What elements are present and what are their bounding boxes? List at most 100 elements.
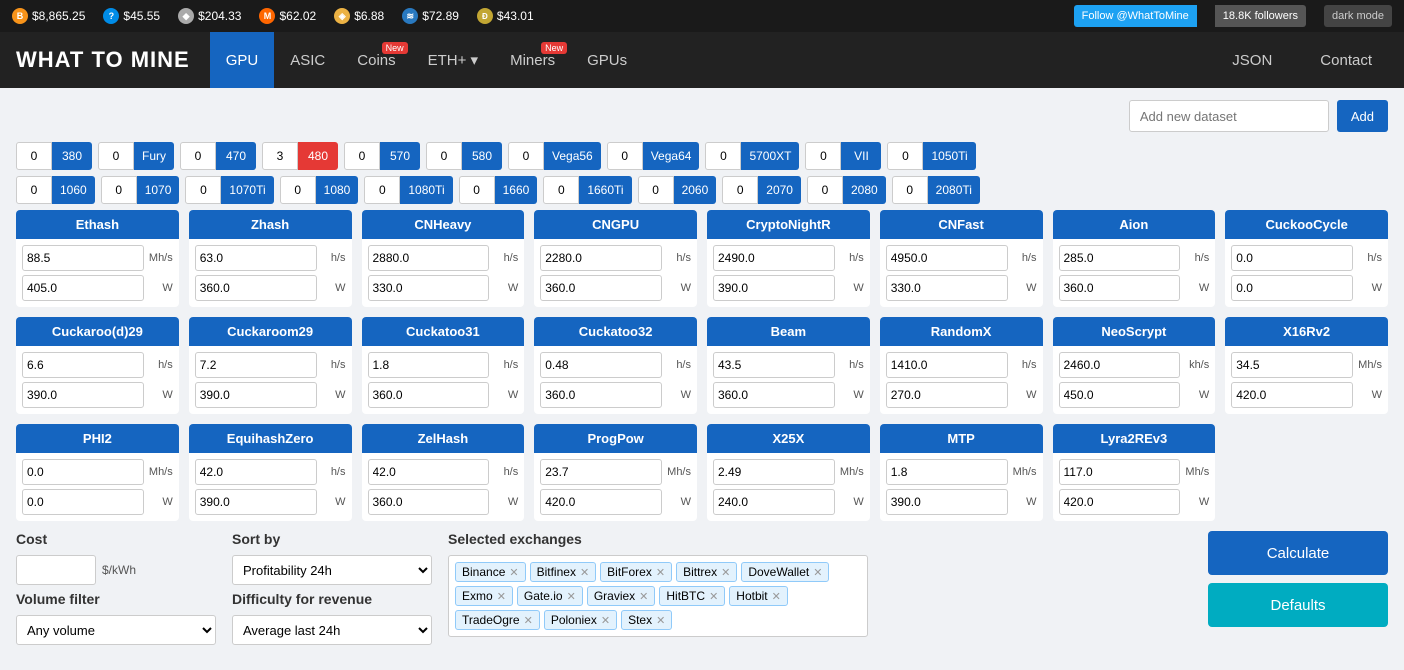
- algo-power-lyra2rev3[interactable]: [1059, 489, 1181, 515]
- algo-power-cuckaroom29[interactable]: [195, 382, 317, 408]
- algo-hashrate-lyra2rev3[interactable]: [1059, 459, 1181, 485]
- algo-power-x16rv2[interactable]: [1231, 382, 1353, 408]
- algo-header-ethash[interactable]: Ethash: [16, 210, 179, 239]
- algo-power-cnfast[interactable]: [886, 275, 1008, 301]
- dark-mode-button[interactable]: dark mode: [1324, 5, 1392, 27]
- gpu-num-2080[interactable]: [807, 176, 843, 204]
- gpu-num-vega56[interactable]: [508, 142, 544, 170]
- gpu-num-470[interactable]: [180, 142, 216, 170]
- algo-header-x25x[interactable]: X25X: [707, 424, 870, 453]
- algo-power-x25x[interactable]: [713, 489, 835, 515]
- gpu-label-570[interactable]: 570: [380, 142, 420, 170]
- algo-power-beam[interactable]: [713, 382, 835, 408]
- algo-power-ethash[interactable]: [22, 275, 144, 301]
- algo-hashrate-beam[interactable]: [713, 352, 835, 378]
- algo-power-progpow[interactable]: [540, 489, 662, 515]
- algo-power-aion[interactable]: [1059, 275, 1181, 301]
- gpu-num-2080ti[interactable]: [892, 176, 928, 204]
- algo-header-progpow[interactable]: ProgPow: [534, 424, 697, 453]
- algo-power-cnheavy[interactable]: [368, 275, 490, 301]
- gpu-label-1050ti[interactable]: 1050Ti: [923, 142, 975, 170]
- algo-power-mtp[interactable]: [886, 489, 1008, 515]
- exchange-remove-tradeogre[interactable]: ✕: [524, 614, 533, 627]
- exchange-remove-bitforex[interactable]: ✕: [656, 566, 665, 579]
- algo-header-neoscrypt[interactable]: NeoScrypt: [1053, 317, 1216, 346]
- algo-header-cnheavy[interactable]: CNHeavy: [362, 210, 525, 239]
- gpu-label-580[interactable]: 580: [462, 142, 502, 170]
- algo-header-cuckoo_cycle[interactable]: CuckooCycle: [1225, 210, 1388, 239]
- gpu-label-2080ti[interactable]: 2080Ti: [928, 176, 980, 204]
- exchange-remove-dovewallet[interactable]: ✕: [813, 566, 822, 579]
- algo-hashrate-phi2[interactable]: [22, 459, 144, 485]
- gpu-num-1080ti[interactable]: [364, 176, 400, 204]
- algo-power-zhash[interactable]: [195, 275, 317, 301]
- algo-header-cuckaroo29[interactable]: Cuckaroo(d)29: [16, 317, 179, 346]
- algo-header-zhash[interactable]: Zhash: [189, 210, 352, 239]
- gpu-label-fury[interactable]: Fury: [134, 142, 174, 170]
- nav-item-asic[interactable]: ASIC: [274, 32, 341, 88]
- add-dataset-button[interactable]: Add: [1337, 100, 1388, 132]
- algo-power-cuckaroo29[interactable]: [22, 382, 144, 408]
- algo-hashrate-cuckaroom29[interactable]: [195, 352, 317, 378]
- defaults-button[interactable]: Defaults: [1208, 583, 1388, 627]
- gpu-num-2070[interactable]: [722, 176, 758, 204]
- sortby-select[interactable]: Profitability 24hProfitability 1hProfita…: [232, 555, 432, 585]
- gpu-label-1060[interactable]: 1060: [52, 176, 95, 204]
- nav-item-coins[interactable]: Coins New: [341, 32, 411, 88]
- gpu-label-1660[interactable]: 1660: [495, 176, 538, 204]
- algo-hashrate-neoscrypt[interactable]: [1059, 352, 1181, 378]
- algo-power-equihashzero[interactable]: [195, 489, 317, 515]
- gpu-label-470[interactable]: 470: [216, 142, 256, 170]
- gpu-label-1070ti[interactable]: 1070Ti: [221, 176, 273, 204]
- algo-hashrate-x25x[interactable]: [713, 459, 835, 485]
- algo-header-phi2[interactable]: PHI2: [16, 424, 179, 453]
- algo-hashrate-cnfast[interactable]: [886, 245, 1008, 271]
- nav-item-gpus[interactable]: GPUs: [571, 32, 643, 88]
- algo-header-aion[interactable]: Aion: [1053, 210, 1216, 239]
- gpu-num-fury[interactable]: [98, 142, 134, 170]
- algo-hashrate-cuckoo_cycle[interactable]: [1231, 245, 1353, 271]
- algo-hashrate-cuckaroo29[interactable]: [22, 352, 144, 378]
- exchange-remove-stex[interactable]: ✕: [656, 614, 665, 627]
- gpu-label-vega64[interactable]: Vega64: [643, 142, 700, 170]
- algo-hashrate-randomx[interactable]: [886, 352, 1008, 378]
- algo-power-cuckatoo32[interactable]: [540, 382, 662, 408]
- algo-power-phi2[interactable]: [22, 489, 144, 515]
- algo-header-cngpu[interactable]: CNGPU: [534, 210, 697, 239]
- gpu-label-1070[interactable]: 1070: [137, 176, 180, 204]
- calculate-button[interactable]: Calculate: [1208, 531, 1388, 575]
- gpu-label-vega56[interactable]: Vega56: [544, 142, 601, 170]
- algo-header-mtp[interactable]: MTP: [880, 424, 1043, 453]
- nav-item-json[interactable]: JSON: [1216, 32, 1288, 88]
- gpu-num-380[interactable]: [16, 142, 52, 170]
- gpu-label-2060[interactable]: 2060: [674, 176, 717, 204]
- gpu-num-vii[interactable]: [805, 142, 841, 170]
- gpu-num-570[interactable]: [344, 142, 380, 170]
- gpu-num-2060[interactable]: [638, 176, 674, 204]
- gpu-label-1080ti[interactable]: 1080Ti: [400, 176, 452, 204]
- exchange-remove-bitfinex[interactable]: ✕: [580, 566, 589, 579]
- algo-hashrate-cuckatoo31[interactable]: [368, 352, 490, 378]
- algo-power-randomx[interactable]: [886, 382, 1008, 408]
- exchange-remove-binance[interactable]: ✕: [509, 566, 518, 579]
- algo-hashrate-ethash[interactable]: [22, 245, 144, 271]
- gpu-num-vega64[interactable]: [607, 142, 643, 170]
- gpu-num-1070ti[interactable]: [185, 176, 221, 204]
- gpu-label-5700xt[interactable]: 5700XT: [741, 142, 799, 170]
- gpu-num-1070[interactable]: [101, 176, 137, 204]
- exchange-remove-hotbit[interactable]: ✕: [772, 590, 781, 603]
- gpu-num-480[interactable]: [262, 142, 298, 170]
- algo-hashrate-cngpu[interactable]: [540, 245, 662, 271]
- algo-header-zelhash[interactable]: ZelHash: [362, 424, 525, 453]
- difficulty-select[interactable]: Average last 24hCurrentAverage last 7d: [232, 615, 432, 645]
- gpu-num-1080[interactable]: [280, 176, 316, 204]
- gpu-label-2080[interactable]: 2080: [843, 176, 886, 204]
- exchange-remove-exmo[interactable]: ✕: [497, 590, 506, 603]
- algo-hashrate-aion[interactable]: [1059, 245, 1181, 271]
- algo-hashrate-equihashzero[interactable]: [195, 459, 317, 485]
- algo-header-equihashzero[interactable]: EquihashZero: [189, 424, 352, 453]
- algo-header-lyra2rev3[interactable]: Lyra2REv3: [1053, 424, 1216, 453]
- algo-header-x16rv2[interactable]: X16Rv2: [1225, 317, 1388, 346]
- algo-power-cryptonightr[interactable]: [713, 275, 835, 301]
- algo-hashrate-zelhash[interactable]: [368, 459, 490, 485]
